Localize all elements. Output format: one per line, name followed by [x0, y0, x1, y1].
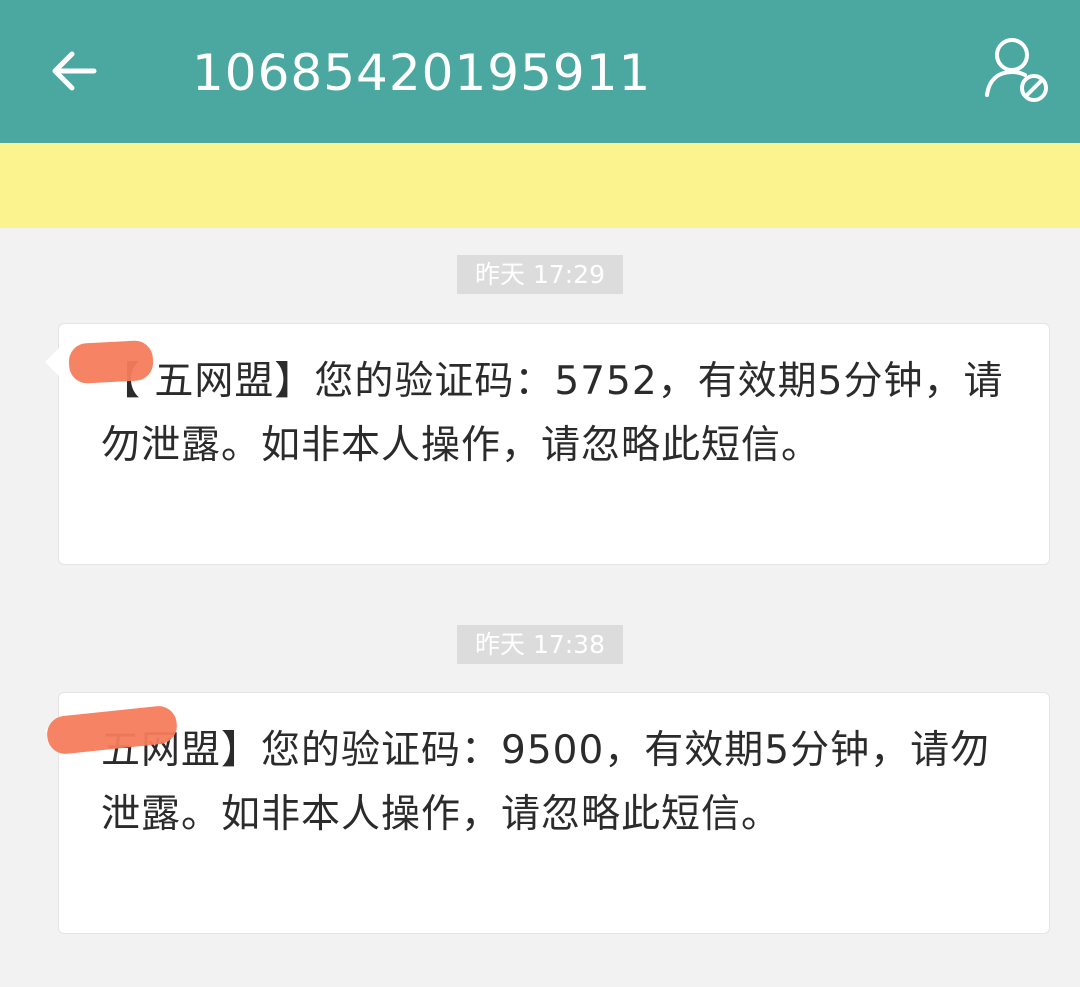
- message-bubble[interactable]: 【 五网盟】您的验证码：5752，有效期5分钟，请勿泄露。如非本人操作，请忽略此…: [45, 323, 1050, 565]
- highlight-strip: [0, 143, 1080, 228]
- contact-button[interactable]: [978, 32, 1058, 112]
- message-bubble[interactable]: 五网盟】您的验证码：9500，有效期5分钟，请勿泄露。如非本人操作，请忽略此短信…: [45, 692, 1050, 934]
- conversation-title: 10685420195911: [192, 44, 652, 102]
- back-button[interactable]: [44, 40, 106, 102]
- redaction-mark: [68, 339, 154, 385]
- arrow-left-icon: [52, 51, 97, 91]
- app-header: 10685420195911: [0, 0, 1080, 143]
- message-text: 五网盟】您的验证码：9500，有效期5分钟，请勿泄露。如非本人操作，请忽略此短信…: [101, 728, 991, 837]
- contact-block-icon: [985, 38, 1048, 102]
- message-text: 【 五网盟】您的验证码：5752，有效期5分钟，请勿泄露。如非本人操作，请忽略此…: [101, 359, 1004, 468]
- message-timestamp: 昨天 17:29: [457, 255, 623, 294]
- message-timestamp: 昨天 17:38: [457, 625, 623, 664]
